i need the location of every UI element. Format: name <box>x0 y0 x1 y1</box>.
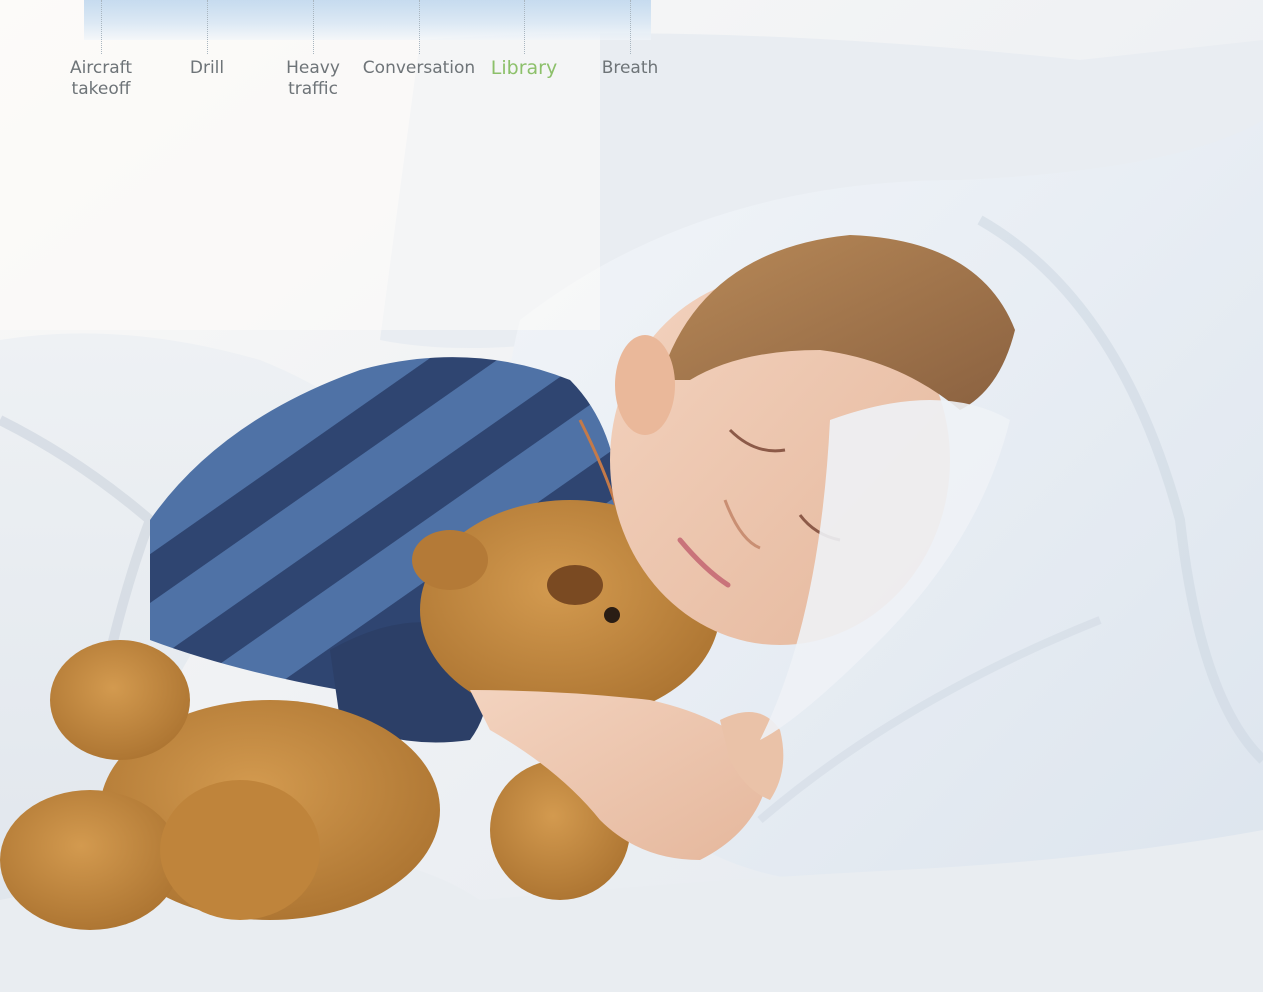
scale-label-drill: Drill <box>189 58 225 78</box>
tick-breath <box>630 0 631 54</box>
scale-label-aircraft-takeoff: Aircraft takeoff <box>69 58 133 99</box>
tick-library <box>524 0 525 54</box>
tick-drill <box>207 0 208 54</box>
sleep-noise-banner: Aircraft takeoff Drill Heavy traffic Con… <box>0 0 1263 992</box>
sleeping-child-photo <box>0 0 1263 992</box>
tick-aircraft-takeoff <box>101 0 102 54</box>
scale-label-heavy-traffic: Heavy traffic <box>286 58 340 99</box>
scale-label-conversation: Conversation <box>362 58 476 78</box>
scale-label-breath: Breath <box>601 58 659 78</box>
tick-heavy-traffic <box>313 0 314 54</box>
sound-level-band <box>84 0 651 40</box>
tick-conversation <box>419 0 420 54</box>
scale-label-library: Library <box>490 57 558 79</box>
